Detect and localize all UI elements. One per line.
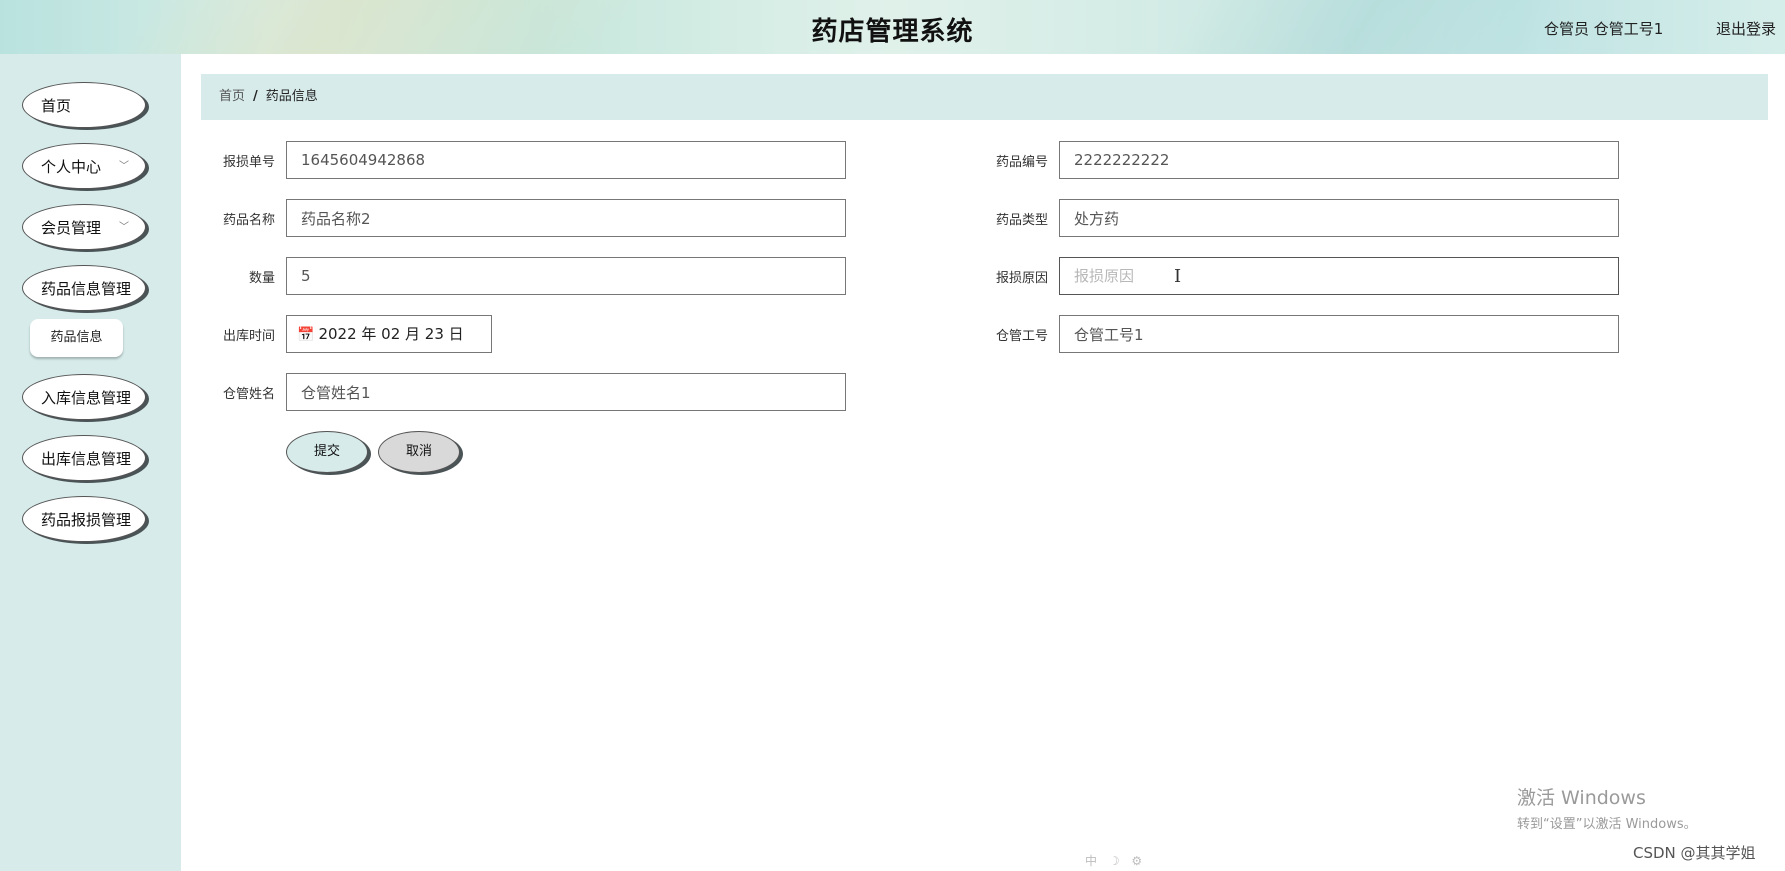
- activation-subtitle: 转到“设置”以激活 Windows。: [1517, 817, 1697, 832]
- current-user-info: 仓管员 仓管工号1: [1544, 20, 1664, 38]
- report-no-input[interactable]: [286, 141, 846, 179]
- keeper-name-input[interactable]: [286, 373, 846, 411]
- windows-activation-notice: 激活 Windows 转到“设置”以激活 Windows。: [1517, 783, 1697, 832]
- activation-title: 激活 Windows: [1517, 787, 1646, 809]
- drug-type-label: 药品类型: [995, 213, 1048, 228]
- cancel-button[interactable]: 取消: [378, 431, 460, 473]
- sidebar-item-damage-management[interactable]: 药品报损管理: [22, 496, 146, 542]
- sidebar-item-label: 首页: [41, 97, 72, 115]
- keeper-no-input[interactable]: [1059, 315, 1619, 353]
- sidebar-item-member-management[interactable]: 会员管理 ﹀: [22, 204, 146, 250]
- sidebar-item-label: 药品报损管理: [41, 511, 132, 529]
- sidebar-subitem-drug-info[interactable]: 药品信息: [30, 319, 123, 357]
- breadcrumb-home[interactable]: 首页: [219, 89, 245, 104]
- csdn-watermark: CSDN @其其学姐: [1633, 844, 1756, 862]
- reason-input[interactable]: [1059, 257, 1619, 295]
- keeper-name-label: 仓管姓名: [222, 387, 275, 402]
- drug-name-input[interactable]: [286, 199, 846, 237]
- sidebar-item-label: 会员管理: [41, 219, 102, 237]
- logout-link[interactable]: 退出登录: [1716, 18, 1776, 39]
- sidebar-item-label: 药品信息管理: [41, 280, 132, 298]
- ime-toolbar: 中 ☽ ⚙: [1085, 854, 1147, 868]
- text-cursor-icon: I: [1174, 266, 1182, 287]
- chevron-down-icon: ﹀: [119, 161, 129, 172]
- sidebar-item-outbound-management[interactable]: 出库信息管理: [22, 435, 146, 481]
- sidebar-item-label: 入库信息管理: [41, 389, 132, 407]
- breadcrumb: 首页 / 药品信息: [201, 74, 1768, 120]
- quantity-label: 数量: [248, 271, 275, 286]
- out-time-value: 2022 年 02 月 23 日: [318, 325, 464, 343]
- top-header: 药店管理系统 仓管员 仓管工号1 退出登录: [0, 0, 1785, 54]
- sidebar-item-personal-center[interactable]: 个人中心 ﹀: [22, 143, 146, 189]
- out-time-label: 出库时间: [222, 329, 275, 344]
- report-no-label: 报损单号: [222, 155, 275, 170]
- drug-name-label: 药品名称: [222, 213, 275, 228]
- app-title: 药店管理系统: [811, 17, 974, 47]
- drug-code-input[interactable]: [1059, 141, 1619, 179]
- sidebar-item-home[interactable]: 首页: [22, 82, 146, 128]
- reason-label: 报损原因: [995, 271, 1048, 286]
- drug-type-input[interactable]: [1059, 199, 1619, 237]
- submit-button[interactable]: 提交: [286, 431, 368, 473]
- sidebar-item-inbound-management[interactable]: 入库信息管理: [22, 374, 146, 420]
- sidebar-item-label: 个人中心: [41, 158, 102, 176]
- keeper-no-label: 仓管工号: [995, 329, 1048, 344]
- breadcrumb-current: 药品信息: [265, 89, 318, 104]
- breadcrumb-separator: /: [253, 89, 258, 104]
- quantity-input[interactable]: [286, 257, 846, 295]
- drug-code-label: 药品编号: [995, 155, 1048, 170]
- chevron-down-icon: ﹀: [119, 222, 129, 233]
- out-time-date-picker[interactable]: 📅 2022 年 02 月 23 日: [286, 315, 492, 353]
- calendar-icon: 📅: [297, 327, 315, 343]
- sidebar-item-label: 出库信息管理: [41, 450, 132, 468]
- sidebar-item-drug-info-management[interactable]: 药品信息管理: [22, 265, 146, 311]
